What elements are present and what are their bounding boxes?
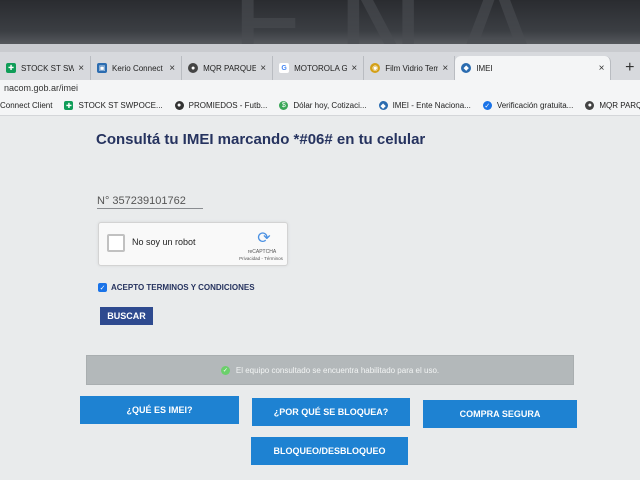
globe-icon: ● <box>585 101 595 110</box>
recaptcha-footer: Privacidad - Términos <box>239 256 283 261</box>
tab-imei[interactable]: ◆ IMEI × <box>455 56 612 80</box>
terms-row[interactable]: ✓ ACEPTO TERMINOS Y CONDICIONES <box>98 283 255 292</box>
bookmark-label: PROMIEDOS - Futb... <box>188 101 268 110</box>
terms-label: ACEPTO TERMINOS Y CONDICIONES <box>111 283 255 292</box>
bookmark-promiedos[interactable]: ● PROMIEDOS - Futb... <box>174 101 268 110</box>
bookmark-stock[interactable]: ✚ STOCK ST SWPOCE... <box>64 101 163 110</box>
tab-label: Kerio Connect Cli <box>112 63 165 73</box>
dollar-icon: $ <box>279 101 289 110</box>
close-icon[interactable]: × <box>599 63 605 74</box>
window-top-edge <box>0 44 640 52</box>
bookmarks-bar: Connect Client ✚ STOCK ST SWPOCE... ● PR… <box>0 96 640 116</box>
close-icon[interactable]: × <box>260 63 266 74</box>
search-button[interactable]: BUSCAR <box>100 307 153 325</box>
address-bar[interactable]: nacom.gob.ar/imei <box>0 80 640 96</box>
tab-label: IMEI <box>476 63 493 73</box>
bookmark-label: Dólar hoy, Cotizaci... <box>293 101 367 110</box>
new-tab-icon[interactable]: + <box>619 56 640 80</box>
tab-label: Film Vidrio Temp <box>385 63 438 73</box>
bookmark-label: MQR PARQUE.pdf <box>599 101 640 110</box>
kerio-icon: ▣ <box>97 63 108 73</box>
page-title: Consultá tu IMEI marcando *#06# en tu ce… <box>96 131 426 148</box>
recaptcha-brand: reCAPTCHA <box>247 249 277 255</box>
close-icon[interactable]: × <box>351 63 357 74</box>
ball-icon: ● <box>174 101 184 110</box>
close-icon[interactable]: × <box>78 63 84 74</box>
monitor-bezel: ENA <box>0 0 640 44</box>
status-text: El equipo consultado se encuentra habili… <box>235 365 440 375</box>
recaptcha-label: No soy un robot <box>132 237 196 247</box>
enacom-icon: ◆ <box>378 101 388 110</box>
terms-checkbox[interactable]: ✓ <box>98 283 107 292</box>
bezel-reflection: ENA <box>230 0 568 44</box>
tab-label: MQR PARQUE.pdf <box>203 63 256 73</box>
status-message: ✓ El equipo consultado se encuentra habi… <box>86 355 574 385</box>
bookmark-mqr[interactable]: ● MQR PARQUE.pdf <box>585 101 640 110</box>
por-que-se-bloquea-button[interactable]: ¿POR QUÉ SE BLOQUEA? <box>252 398 410 426</box>
shop-icon: ◉ <box>370 63 381 73</box>
tab-stock[interactable]: ✚ STOCK ST SWPOC × <box>0 56 92 80</box>
bloqueo-desbloqueo-button[interactable]: BLOQUEO/DESBLOQUEO <box>251 437 408 465</box>
globe-icon: ● <box>188 63 199 73</box>
recaptcha-logo-icon: ⟳ <box>257 230 271 247</box>
que-es-imei-button[interactable]: ¿QUÉ ES IMEI? <box>80 396 239 424</box>
tab-motorola[interactable]: G MOTOROLA G8 × <box>273 56 365 80</box>
sheets-icon: ✚ <box>6 63 16 73</box>
close-icon[interactable]: × <box>442 63 448 74</box>
bookmark-label: IMEI - Ente Naciona... <box>392 101 471 110</box>
tab-label: MOTOROLA G8 <box>294 63 348 73</box>
enacom-icon: ◆ <box>461 63 472 73</box>
bookmark-connect-client[interactable]: Connect Client <box>0 101 52 110</box>
tab-label: STOCK ST SWPOC <box>21 63 74 73</box>
sheets-icon: ✚ <box>64 101 74 110</box>
recaptcha-widget: No soy un robot ⟳ reCAPTCHA Privacidad -… <box>98 222 288 266</box>
bookmark-label: Verificación gratuita... <box>496 101 574 110</box>
google-icon: G <box>279 63 290 73</box>
imei-input[interactable] <box>97 193 203 209</box>
recaptcha-checkbox[interactable] <box>107 234 125 252</box>
verify-icon: ✓ <box>482 101 492 110</box>
tab-kerio[interactable]: ▣ Kerio Connect Cli × <box>91 56 183 80</box>
bookmark-label: Connect Client <box>0 101 53 110</box>
bookmark-label: STOCK ST SWPOCE... <box>78 101 163 110</box>
bookmark-imei[interactable]: ◆ IMEI - Ente Naciona... <box>378 101 471 110</box>
tab-strip: ✚ STOCK ST SWPOC × ▣ Kerio Connect Cli ×… <box>0 52 640 80</box>
bookmark-verificacion[interactable]: ✓ Verificación gratuita... <box>482 101 574 110</box>
tab-film[interactable]: ◉ Film Vidrio Temp × <box>364 56 456 80</box>
bookmark-dolar[interactable]: $ Dólar hoy, Cotizaci... <box>279 101 367 110</box>
close-icon[interactable]: × <box>169 63 175 74</box>
check-circle-icon: ✓ <box>220 365 230 375</box>
tab-mqr[interactable]: ● MQR PARQUE.pdf × <box>182 56 274 80</box>
imei-page: Consultá tu IMEI marcando *#06# en tu ce… <box>0 117 640 480</box>
url-text: nacom.gob.ar/imei <box>4 83 79 93</box>
compra-segura-button[interactable]: COMPRA SEGURA <box>423 400 577 428</box>
